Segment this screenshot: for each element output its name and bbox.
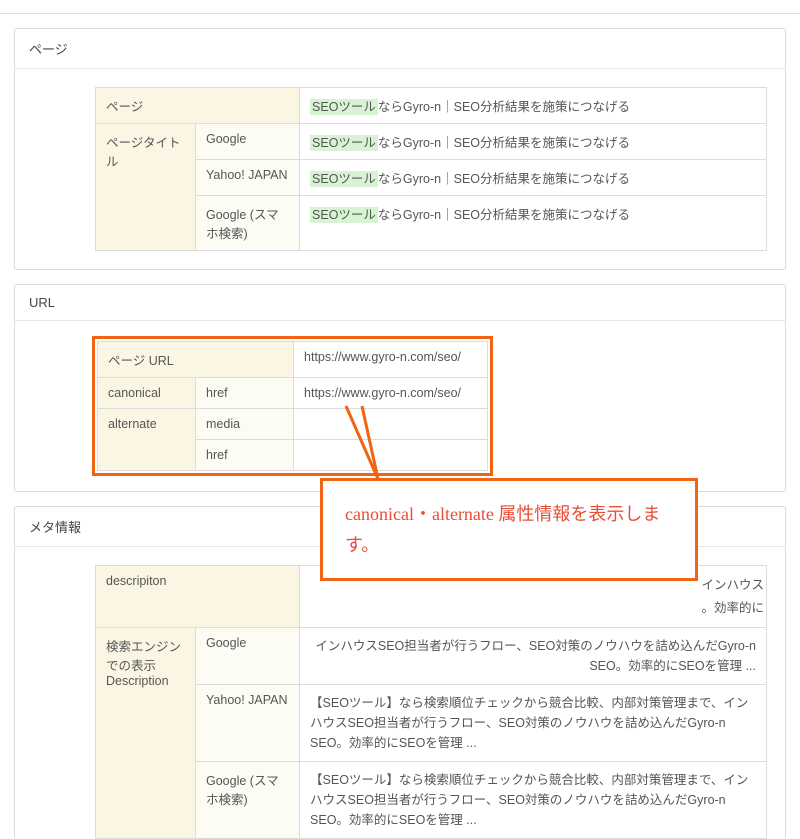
panel-url-title: URL [15, 285, 785, 321]
table-row: ページ SEOツールならGyro-n｜SEO分析結果を施策につなげる [96, 88, 767, 124]
row-sublabel: href [196, 378, 294, 409]
table-row: ページ URL https://www.gyro-n.com/seo/ [98, 342, 488, 378]
row-sublabel: Google [196, 628, 300, 685]
annotation-callout: canonical・alternate 属性情報を表示します。 [320, 478, 698, 581]
row-value: SEOツールならGyro-n｜SEO分析結果を施策につなげる [300, 88, 767, 124]
row-value: SEOツールならGyro-n｜SEO分析結果を施策につなげる [300, 124, 767, 160]
panel-url: URL ページ URL https://www.gyro-n.com/seo/ … [14, 284, 786, 492]
row-value: 【SEOツール】なら検索順位チェックから競合比較、内部対策管理まで、インハウスS… [300, 685, 767, 762]
row-value: 【SEOツール】なら検索順位チェックから競合比較、内部対策管理まで、インハウスS… [300, 762, 767, 839]
page-table: ページ SEOツールならGyro-n｜SEO分析結果を施策につなげる ページタイ… [95, 87, 767, 251]
panel-page-body: ページ SEOツールならGyro-n｜SEO分析結果を施策につなげる ページタイ… [15, 69, 785, 269]
row-label: ページ [96, 88, 300, 124]
row-value: SEOツールならGyro-n｜SEO分析結果を施策につなげる [300, 196, 767, 251]
row-label: canonical [98, 378, 196, 409]
annotation-text: canonical・alternate 属性情報を表示します。 [345, 504, 660, 555]
row-sublabel: Google (スマホ検索) [196, 762, 300, 839]
row-label: descripiton [96, 566, 300, 628]
row-value: SEOツールならGyro-n｜SEO分析結果を施策につなげる [300, 160, 767, 196]
panel-url-body: ページ URL https://www.gyro-n.com/seo/ cano… [15, 321, 785, 491]
row-value [294, 440, 488, 471]
row-label: alternate [98, 409, 196, 471]
meta-table: descripiton インハウス。効率的に 検索エンジンでの表示 Descri… [95, 565, 767, 839]
row-label: 検索エンジンでの表示 Description [96, 628, 196, 839]
table-row: 検索エンジンでの表示 Description Google インハウスSEO担当… [96, 628, 767, 685]
table-row: ページタイトル Google SEOツールならGyro-n｜SEO分析結果を施策… [96, 124, 767, 160]
panel-meta-body: descripiton インハウス。効率的に 検索エンジンでの表示 Descri… [15, 547, 785, 839]
panel-page: ページ ページ SEOツールならGyro-n｜SEO分析結果を施策につなげる ペ… [14, 28, 786, 270]
row-label: ページ URL [98, 342, 294, 378]
row-sublabel: Yahoo! JAPAN [196, 160, 300, 196]
table-row: Google (スマホ検索) 【SEOツール】なら検索順位チェックから競合比較、… [96, 762, 767, 839]
row-value: https://www.gyro-n.com/seo/ [294, 342, 488, 378]
url-table: ページ URL https://www.gyro-n.com/seo/ cano… [97, 341, 488, 471]
row-sublabel: media [196, 409, 294, 440]
table-row: Google (スマホ検索) SEOツールならGyro-n｜SEO分析結果を施策… [96, 196, 767, 251]
row-value: インハウスSEO担当者が行うフロー、SEO対策のノウハウを詰め込んだGyro-n… [300, 628, 767, 685]
table-row: canonical href https://www.gyro-n.com/se… [98, 378, 488, 409]
top-border [0, 0, 800, 14]
panel-page-title: ページ [15, 29, 785, 69]
table-row: alternate media [98, 409, 488, 440]
row-sublabel: Google (スマホ検索) [196, 196, 300, 251]
url-highlight-box: ページ URL https://www.gyro-n.com/seo/ cano… [95, 339, 490, 473]
row-label: ページタイトル [96, 124, 196, 251]
row-sublabel: href [196, 440, 294, 471]
table-row: Yahoo! JAPAN SEOツールならGyro-n｜SEO分析結果を施策につ… [96, 160, 767, 196]
table-row: Yahoo! JAPAN 【SEOツール】なら検索順位チェックから競合比較、内部… [96, 685, 767, 762]
row-value: https://www.gyro-n.com/seo/ [294, 378, 488, 409]
row-sublabel: Yahoo! JAPAN [196, 685, 300, 762]
row-value [294, 409, 488, 440]
row-sublabel: Google [196, 124, 300, 160]
